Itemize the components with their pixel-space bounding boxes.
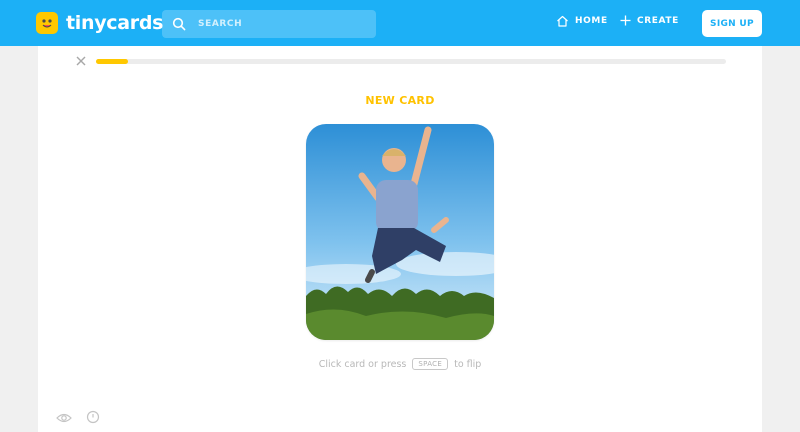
lesson-panel: NEW CARD Click card or press SPACE to fl… [38,46,762,432]
tinycards-logo-icon [36,12,58,34]
clock-icon[interactable] [86,410,100,424]
flash-card[interactable] [306,124,494,340]
nav-create-label: CREATE [637,15,679,26]
sign-up-button[interactable]: SIGN UP [702,10,762,37]
progress-fill [96,59,128,64]
nav-home-label: HOME [575,16,608,26]
search-icon [172,17,186,31]
nav-create-link[interactable]: CREATE [620,15,679,26]
plus-icon [620,15,631,26]
progress-bar [96,59,726,64]
top-nav-bar: tinycards HOME CREATE SIGN UP [0,0,800,46]
card-title: NEW CARD [365,94,435,107]
brand-logo-link[interactable]: tinycards [36,10,163,36]
space-key: SPACE [412,358,449,370]
hint-suffix: to flip [454,358,482,370]
search-input[interactable] [196,18,370,30]
hint-prefix: Click card or press [318,358,407,370]
home-icon [557,15,568,27]
brand-name: tinycards [66,12,164,34]
search-box[interactable] [162,10,376,38]
eye-icon[interactable] [56,412,72,424]
flip-hint: Click card or press SPACE to flip [38,358,762,370]
nav-home-link[interactable]: HOME [556,15,608,27]
close-icon[interactable] [74,54,88,68]
boy-jumping-photo [306,124,494,340]
